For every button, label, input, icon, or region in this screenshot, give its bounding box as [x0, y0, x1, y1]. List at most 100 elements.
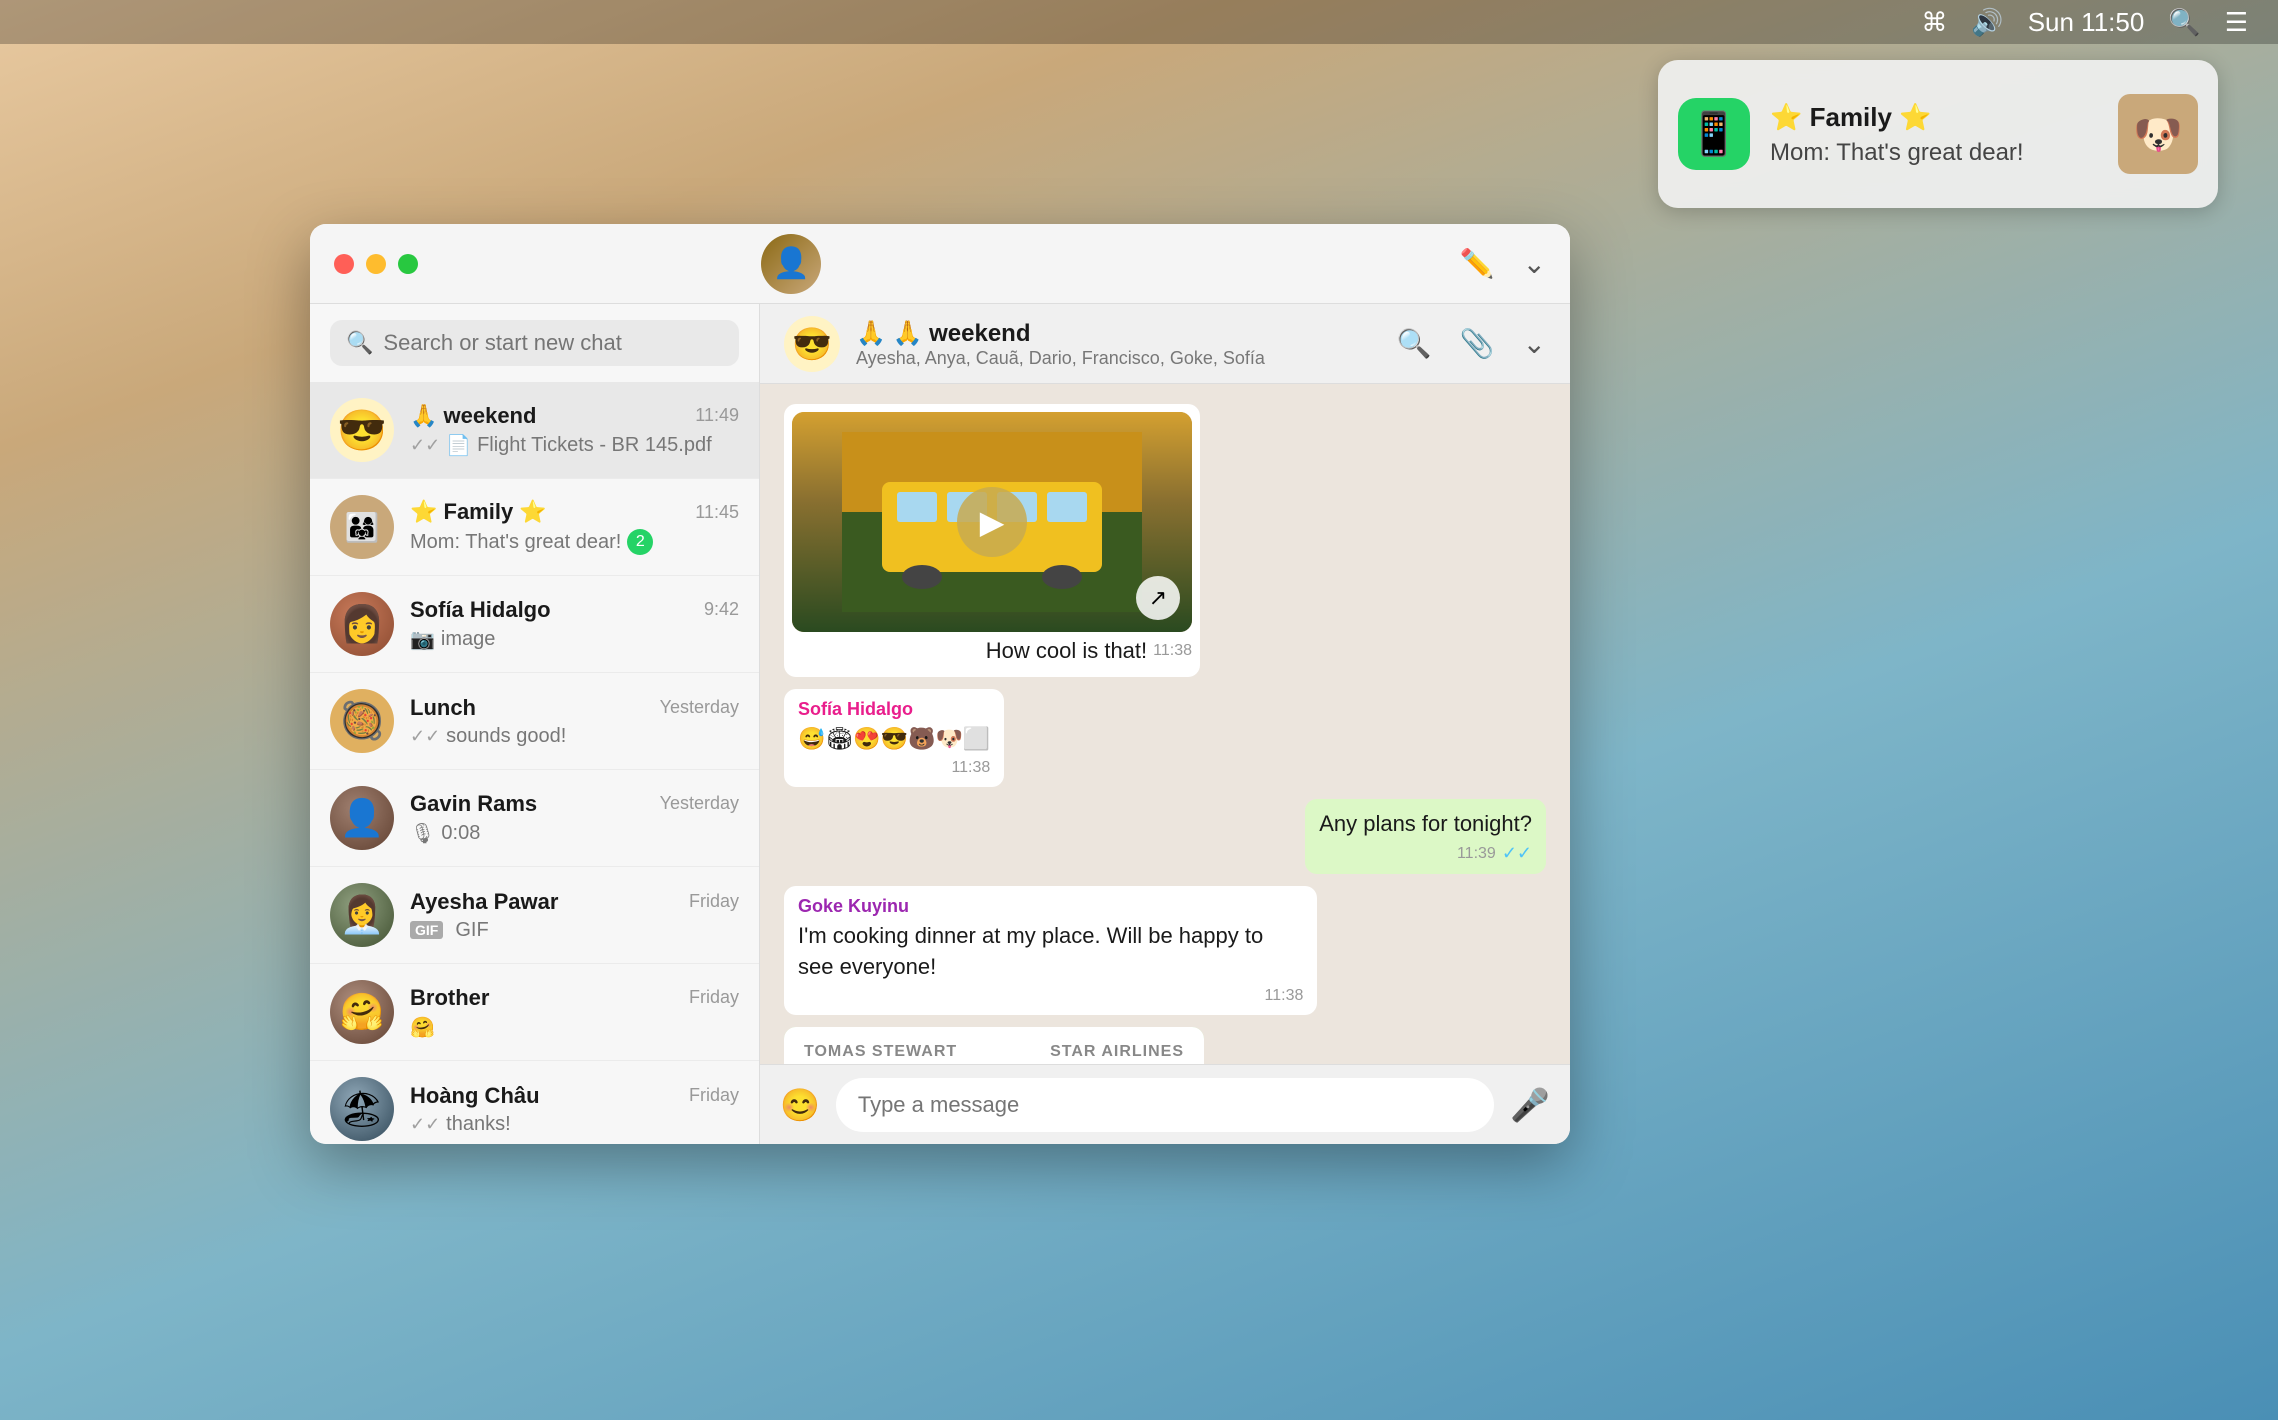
- chat-time-ayesha: Friday: [689, 891, 739, 912]
- search-input[interactable]: [383, 330, 723, 356]
- message-text-sofia: 😅🏟😍😎🐻🐶⬜: [798, 724, 990, 755]
- double-check-plans: ✓✓: [1502, 843, 1532, 864]
- plans-time: 11:39: [1457, 845, 1496, 863]
- video-thumbnail[interactable]: ▶ ↗: [792, 412, 1192, 632]
- chat-item-weekend[interactable]: 😎 🙏 weekend 11:49 ✓✓ 📄 Flight Tickets - …: [310, 382, 759, 479]
- chat-preview-gavin: 🎙 0:08: [410, 821, 739, 846]
- goke-meta: 11:38: [798, 987, 1303, 1005]
- chat-header-ayesha: Ayesha Pawar Friday: [410, 889, 739, 915]
- chat-preview-ayesha: GIF GIF: [410, 919, 739, 942]
- search-bar: 🔍: [310, 304, 759, 382]
- messages-area: ▶ ↗ How cool is that! 11:38 Sofía Hidalg…: [760, 384, 1570, 1064]
- message-sofia: Sofía Hidalgo 😅🏟😍😎🐻🐶⬜ 11:38: [784, 689, 1546, 787]
- notification-content: ⭐ Family ⭐ Mom: That's great dear!: [1770, 102, 2098, 167]
- chat-time-sofia: 9:42: [704, 599, 739, 620]
- bubble-sofia: Sofía Hidalgo 😅🏟😍😎🐻🐶⬜ 11:38: [784, 689, 1004, 787]
- avatar-sofia: 👩: [330, 592, 394, 656]
- mic-button[interactable]: 🎤: [1510, 1086, 1550, 1124]
- chat-header-gavin: Gavin Rams Yesterday: [410, 791, 739, 817]
- gif-label: GIF: [410, 921, 443, 939]
- chat-header-actions: 🔍 📎 ⌄: [1397, 327, 1546, 360]
- bubble-goke: Goke Kuyinu I'm cooking dinner at my pla…: [784, 886, 1317, 1015]
- chat-preview-weekend: ✓✓ 📄 Flight Tickets - BR 145.pdf: [410, 433, 739, 458]
- chat-item-brother[interactable]: 🤗 Brother Friday 🤗: [310, 964, 759, 1061]
- chat-item-ayesha[interactable]: 👩‍💼 Ayesha Pawar Friday GIF GIF: [310, 867, 759, 964]
- close-button[interactable]: [334, 254, 354, 274]
- forward-button[interactable]: ↗: [1136, 576, 1180, 620]
- chat-info-lunch: Lunch Yesterday ✓✓ sounds good!: [410, 695, 739, 748]
- plans-meta: 11:39 ✓✓: [1319, 843, 1532, 864]
- app-content: 🔍 😎 🙏 weekend 11:49 ✓✓: [310, 304, 1570, 1144]
- menu-icon[interactable]: ☰: [2225, 7, 2248, 38]
- chat-name-weekend: 🙏 weekend: [410, 403, 536, 429]
- chat-item-hoang[interactable]: 🏖 Hoàng Châu Friday ✓✓ thanks!: [310, 1061, 759, 1144]
- chat-info-hoang: Hoàng Châu Friday ✓✓ thanks!: [410, 1083, 739, 1136]
- chat-time-lunch: Yesterday: [660, 697, 739, 718]
- maximize-button[interactable]: [398, 254, 418, 274]
- message-goke: Goke Kuyinu I'm cooking dinner at my pla…: [784, 886, 1546, 1015]
- chat-preview-lunch: ✓✓ sounds good!: [410, 725, 739, 748]
- preview-text-family: Mom: That's great dear!: [410, 531, 621, 554]
- ticket-card: TOMAS STEWART STAR AIRLINES LHR → SFO: [784, 1027, 1204, 1064]
- chat-info-family: ⭐ Family ⭐ 11:45 Mom: That's great dear!…: [410, 499, 739, 555]
- chat-item-family[interactable]: 👨‍👩‍👧 ⭐ Family ⭐ 11:45 Mom: That's great…: [310, 479, 759, 576]
- avatar-lunch: 🥘: [330, 689, 394, 753]
- sofia-meta: 11:38: [798, 759, 990, 777]
- video-meta: How cool is that! 11:38: [792, 636, 1192, 667]
- chat-header: 😎 🙏 🙏 weekend Ayesha, Anya, Cauã, Dario,…: [760, 304, 1570, 384]
- titlebar: 👤 ✏️ ⌄: [310, 224, 1570, 304]
- compose-icon[interactable]: ✏️: [1460, 247, 1495, 280]
- message-ticket: TOMAS STEWART STAR AIRLINES LHR → SFO: [784, 1027, 1546, 1064]
- chat-panel: 😎 🙏 🙏 weekend Ayesha, Anya, Cauã, Dario,…: [760, 304, 1570, 1144]
- chat-header-hoang: Hoàng Châu Friday: [410, 1083, 739, 1109]
- message-input[interactable]: [836, 1078, 1494, 1132]
- chat-preview-brother: 🤗: [410, 1015, 739, 1040]
- chat-item-lunch[interactable]: 🥘 Lunch Yesterday ✓✓ sounds good!: [310, 673, 759, 770]
- goke-time: 11:38: [1265, 987, 1304, 1005]
- dropdown-icon[interactable]: ⌄: [1523, 247, 1546, 280]
- notification-app-icon: 📱: [1678, 98, 1750, 170]
- chat-name-brother: Brother: [410, 985, 489, 1011]
- emoji-button[interactable]: 😊: [780, 1086, 820, 1124]
- notification-banner[interactable]: 📱 ⭐ Family ⭐ Mom: That's great dear! 🐶: [1658, 60, 2218, 208]
- play-button[interactable]: ▶: [957, 487, 1027, 557]
- avatar-gavin: 👤: [330, 786, 394, 850]
- chat-item-sofia[interactable]: 👩 Sofía Hidalgo 9:42 📷 image: [310, 576, 759, 673]
- chat-info-gavin: Gavin Rams Yesterday 🎙 0:08: [410, 791, 739, 846]
- chat-name-lunch: Lunch: [410, 695, 476, 721]
- avatar-weekend: 😎: [330, 398, 394, 462]
- chat-header-info: 🙏 🙏 weekend Ayesha, Anya, Cauã, Dario, F…: [856, 319, 1381, 369]
- chat-name-family: ⭐ Family ⭐: [410, 499, 547, 525]
- search-chat-icon[interactable]: 🔍: [1397, 327, 1432, 360]
- chat-item-gavin[interactable]: 👤 Gavin Rams Yesterday 🎙 0:08: [310, 770, 759, 867]
- chat-header-sofia: Sofía Hidalgo 9:42: [410, 597, 739, 623]
- chat-info-ayesha: Ayesha Pawar Friday GIF GIF: [410, 889, 739, 942]
- chat-header-brother: Brother Friday: [410, 985, 739, 1011]
- volume-icon: 🔊: [1971, 7, 2003, 38]
- sofia-time: 11:38: [951, 759, 990, 777]
- search-wrap: 🔍: [330, 320, 739, 366]
- bubble-ticket: TOMAS STEWART STAR AIRLINES LHR → SFO: [784, 1027, 1204, 1064]
- chat-header-weekend: 🙏 weekend 11:49: [410, 403, 739, 429]
- message-text-plans: Any plans for tonight?: [1319, 809, 1532, 840]
- more-icon[interactable]: ⌄: [1523, 327, 1546, 360]
- chat-preview-sofia: 📷 image: [410, 627, 739, 652]
- bubble-video: ▶ ↗ How cool is that! 11:38: [784, 404, 1200, 677]
- chat-name-sofia: Sofía Hidalgo: [410, 597, 551, 623]
- attach-icon[interactable]: 📎: [1460, 327, 1495, 360]
- preview-text-gavin: 0:08: [441, 822, 480, 845]
- minimize-button[interactable]: [366, 254, 386, 274]
- unread-badge-family: 2: [627, 529, 653, 555]
- preview-text-ayesha: GIF: [455, 919, 488, 942]
- chat-info-brother: Brother Friday 🤗: [410, 985, 739, 1040]
- search-menubar-icon[interactable]: 🔍: [2168, 7, 2200, 38]
- message-input-bar: 😊 🎤: [760, 1064, 1570, 1144]
- bubble-plans: Any plans for tonight? 11:39 ✓✓: [1305, 799, 1546, 875]
- chat-header-avatar: 😎: [784, 316, 840, 372]
- app-window: 👤 ✏️ ⌄ 🔍 😎: [310, 224, 1570, 1144]
- doc-icon: 📄: [446, 433, 471, 458]
- menubar-time: Sun 11:50: [2028, 7, 2145, 38]
- avatar-family: 👨‍👩‍👧: [330, 495, 394, 559]
- ticket-airline-row: TOMAS STEWART STAR AIRLINES: [804, 1043, 1184, 1061]
- check-icon: ✓✓: [410, 435, 440, 456]
